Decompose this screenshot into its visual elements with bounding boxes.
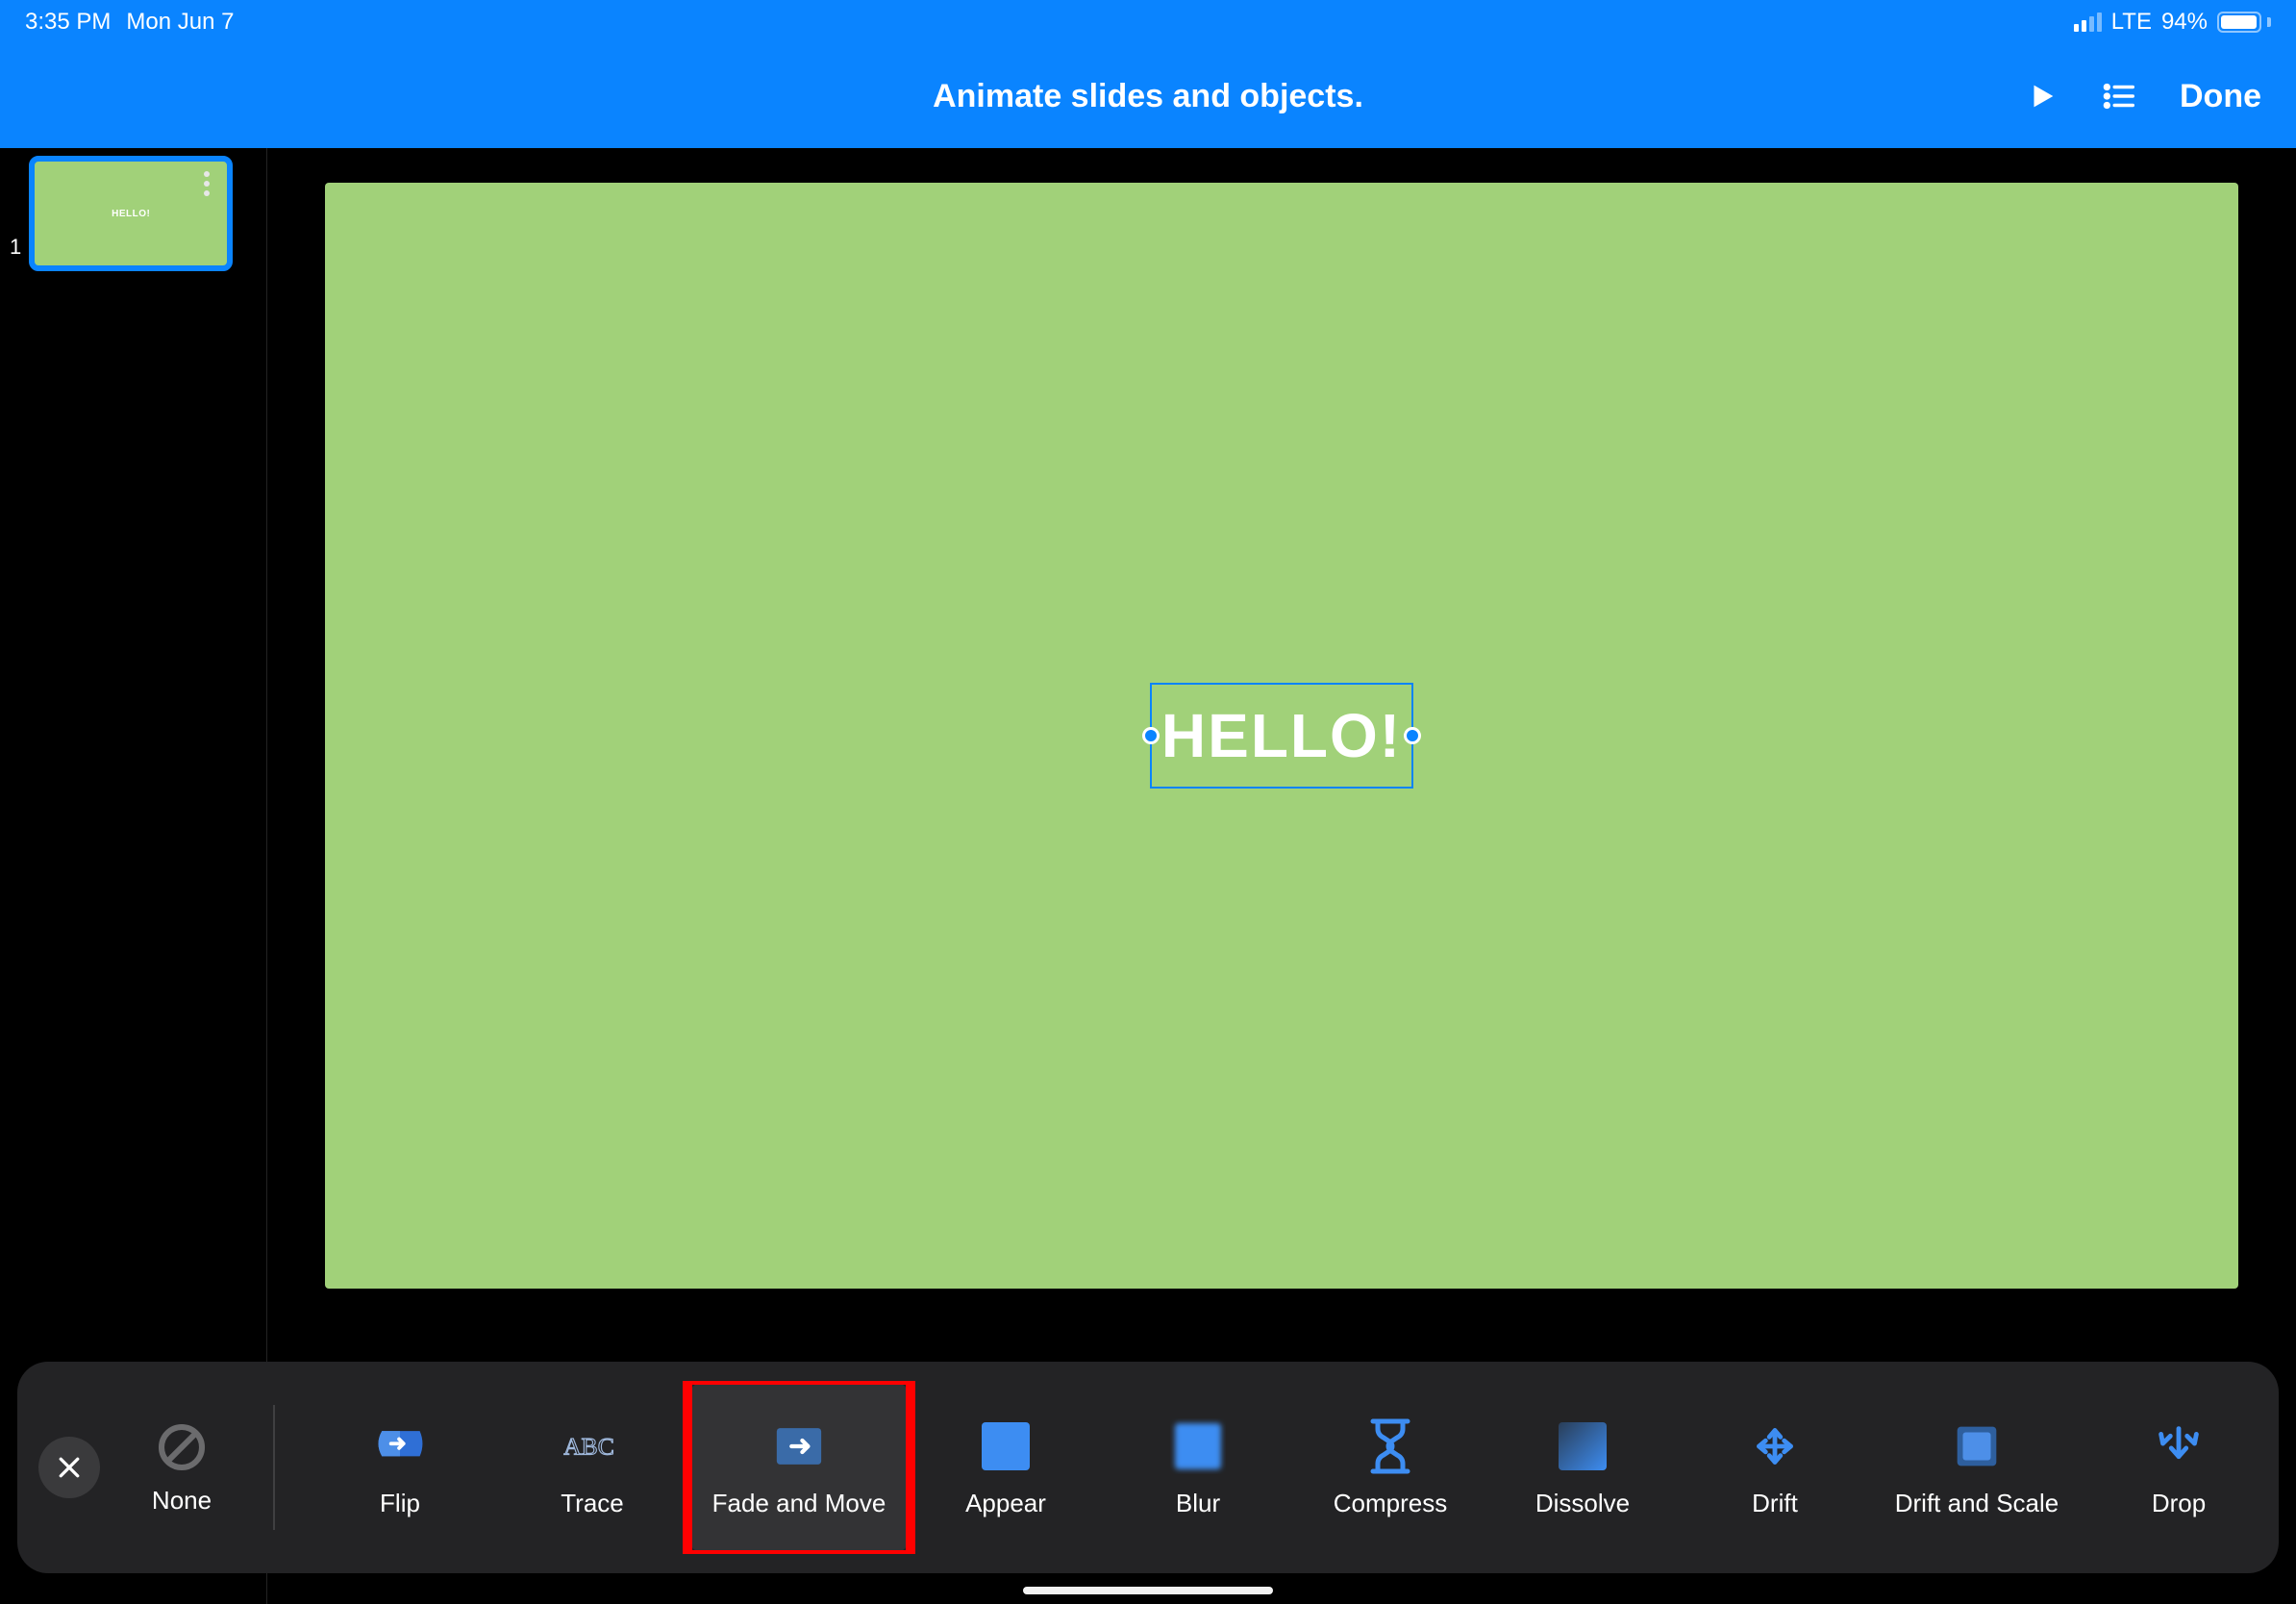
build-effects-scroll[interactable]: Flip ABC Trace Fade and Move Appear <box>304 1381 2258 1554</box>
build-dissolve[interactable]: Dissolve <box>1486 1381 1679 1554</box>
home-indicator[interactable] <box>1023 1587 1273 1594</box>
build-none-label: None <box>152 1486 212 1516</box>
status-network: LTE <box>2111 9 2152 36</box>
build-label: Trace <box>561 1489 624 1518</box>
build-none[interactable]: None <box>119 1420 244 1516</box>
drop-icon <box>2150 1417 2208 1475</box>
compress-icon <box>1361 1417 1419 1475</box>
build-indicator-dots <box>204 171 219 196</box>
slide-thumbnail-row[interactable]: 1 HELLO! <box>10 156 257 271</box>
signal-strength-icon <box>2074 13 2102 32</box>
panel-divider <box>273 1405 275 1530</box>
slide-thumbnail[interactable]: HELLO! <box>29 156 233 271</box>
slide-index: 1 <box>10 235 21 260</box>
flip-icon <box>371 1417 429 1475</box>
text-box-content: HELLO! <box>1161 700 1402 771</box>
build-effects-panel: None Flip ABC Trace Fade and Move <box>17 1362 2279 1573</box>
page-title: Animate slides and objects. <box>933 78 1363 115</box>
build-label: Blur <box>1176 1489 1220 1518</box>
ios-status-bar: 3:35 PM Mon Jun 7 LTE 94% <box>0 0 2296 44</box>
done-button[interactable]: Done <box>2180 78 2261 115</box>
build-drop[interactable]: Drop <box>2083 1381 2258 1554</box>
build-label: Drift and Scale <box>1895 1489 2059 1518</box>
build-label: Dissolve <box>1535 1489 1630 1518</box>
slide-canvas[interactable]: HELLO! <box>325 183 2238 1289</box>
build-flip[interactable]: Flip <box>304 1381 496 1554</box>
appear-icon <box>977 1417 1035 1475</box>
fade-and-move-icon <box>770 1417 828 1475</box>
trace-icon: ABC <box>563 1417 621 1475</box>
svg-text:ABC: ABC <box>563 1432 614 1460</box>
build-blur[interactable]: Blur <box>1102 1381 1294 1554</box>
battery-icon <box>2217 12 2271 33</box>
build-trace[interactable]: ABC Trace <box>496 1381 688 1554</box>
close-panel-button[interactable] <box>38 1437 100 1498</box>
build-drift[interactable]: Drift <box>1679 1381 1871 1554</box>
build-label: Fade and Move <box>712 1489 886 1518</box>
none-icon <box>155 1420 209 1474</box>
status-time: 3:35 PM <box>25 9 111 36</box>
build-label: Compress <box>1334 1489 1447 1518</box>
play-button[interactable] <box>2026 80 2059 113</box>
build-order-button[interactable] <box>2101 78 2137 114</box>
blur-icon <box>1169 1417 1227 1475</box>
status-right-cluster: LTE 94% <box>2074 9 2271 36</box>
build-fade-and-move[interactable]: Fade and Move <box>688 1381 910 1554</box>
status-battery-pct: 94% <box>2161 9 2208 36</box>
drift-and-scale-icon <box>1948 1417 2006 1475</box>
title-bar: Animate slides and objects. Done <box>0 44 2296 148</box>
build-appear[interactable]: Appear <box>910 1381 1102 1554</box>
build-label: Drift <box>1752 1489 1798 1518</box>
resize-handle-right[interactable] <box>1404 727 1421 744</box>
build-drift-and-scale[interactable]: Drift and Scale <box>1871 1381 2083 1554</box>
build-label: Drop <box>2152 1489 2206 1518</box>
close-icon <box>55 1453 84 1482</box>
build-label: Flip <box>380 1489 420 1518</box>
thumbnail-text: HELLO! <box>112 209 150 219</box>
dissolve-icon <box>1554 1417 1611 1475</box>
drift-icon <box>1746 1417 1804 1475</box>
build-label: Appear <box>965 1489 1046 1518</box>
build-compress[interactable]: Compress <box>1294 1381 1486 1554</box>
selected-text-box[interactable]: HELLO! <box>1150 683 1413 789</box>
resize-handle-left[interactable] <box>1142 727 1160 744</box>
status-date: Mon Jun 7 <box>126 9 234 36</box>
